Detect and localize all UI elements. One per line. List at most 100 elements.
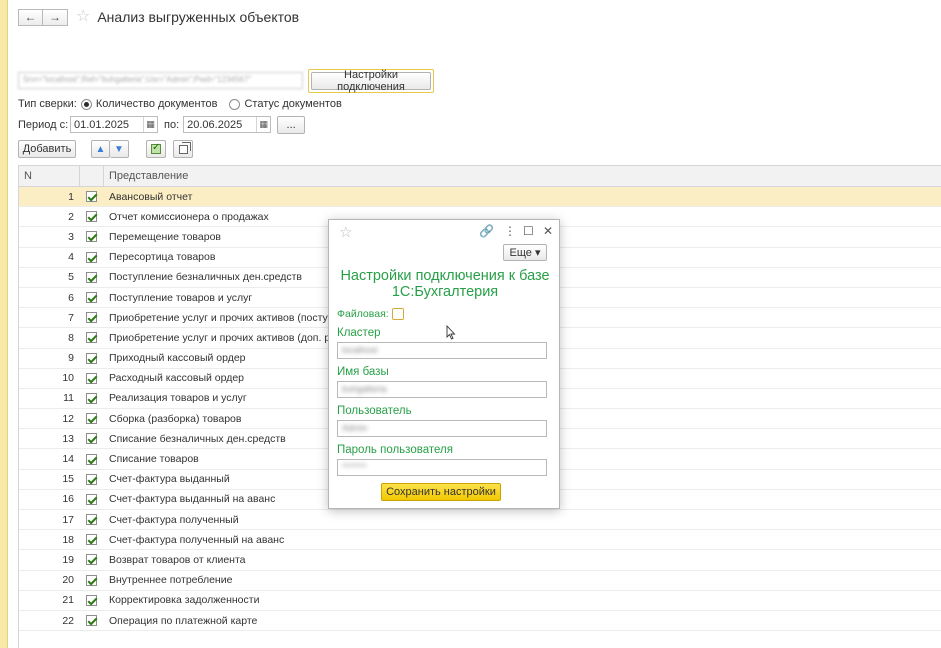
row-checkbox[interactable] — [85, 352, 97, 364]
row-number: 11 — [63, 392, 74, 405]
save-settings-button[interactable]: Сохранить настройки — [381, 483, 501, 501]
menu-icon[interactable]: ⋮ — [504, 224, 516, 238]
row-number: 22 — [62, 614, 74, 627]
uncheck-all-button[interactable] — [173, 140, 193, 158]
row-checkbox[interactable] — [85, 312, 97, 324]
cluster-input[interactable]: localhost — [337, 342, 547, 359]
date-to-field[interactable]: 20.06.2025 ▦ — [183, 116, 272, 133]
uncheck-all-icon — [178, 141, 191, 154]
left-accent-strip — [0, 0, 8, 648]
row-checkbox[interactable] — [85, 514, 97, 526]
row-number: 7 — [68, 311, 74, 324]
row-check-cell — [79, 352, 103, 364]
row-check-cell — [79, 211, 103, 223]
row-check-cell — [79, 271, 103, 283]
row-checkbox[interactable] — [85, 332, 97, 344]
column-header-name[interactable]: Представление — [103, 166, 941, 186]
row-number: 18 — [62, 533, 74, 546]
row-name: Счет-фактура полученный на аванс — [109, 533, 285, 546]
row-number: 16 — [62, 493, 74, 506]
column-header-n[interactable]: N — [19, 166, 79, 186]
row-checkbox[interactable] — [85, 231, 97, 243]
row-name: Авансовый отчет — [109, 190, 193, 203]
row-checkbox[interactable] — [85, 453, 97, 465]
file-mode-checkbox[interactable] — [391, 308, 404, 320]
calendar-icon[interactable]: ▦ — [256, 117, 270, 132]
row-check-cell — [79, 413, 103, 425]
row-number: 17 — [62, 513, 74, 526]
user-input[interactable]: Admin — [337, 420, 547, 437]
row-checkbox[interactable] — [85, 413, 97, 425]
row-checkbox[interactable] — [85, 191, 97, 203]
connection-string-field[interactable]: Srvr="localhost";Ref="buhgalteria";Usr="… — [18, 72, 303, 89]
table-row[interactable]: 18 Счет-фактура полученный на аванс — [19, 530, 941, 551]
table-row[interactable]: 20 Внутреннее потребление — [19, 571, 941, 591]
favorite-star-icon[interactable]: ☆ — [339, 223, 352, 241]
row-checkbox[interactable] — [85, 473, 97, 485]
move-down-button[interactable]: ▼ — [110, 140, 129, 158]
move-buttons: ▲ ▼ — [91, 140, 129, 158]
connection-settings-button[interactable]: Настройки подключения — [311, 69, 431, 93]
table-row[interactable]: 19 Возврат товаров от клиента — [19, 550, 941, 571]
add-button[interactable]: Добавить — [18, 140, 76, 158]
row-check-cell — [79, 332, 103, 344]
row-check-cell — [79, 473, 103, 485]
row-number: 10 — [62, 372, 74, 385]
radio-document-count[interactable] — [80, 98, 92, 110]
forward-button[interactable]: → — [43, 8, 68, 26]
table-row[interactable]: 1 Авансовый отчет — [19, 187, 941, 208]
radio-document-count-label[interactable]: Количество документов — [96, 98, 218, 110]
period-row: Период с: 01.01.2025 ▦ по: 20.06.2025 ▦ … — [18, 115, 306, 134]
dbname-value: buhgalteria — [342, 384, 387, 394]
row-checkbox[interactable] — [85, 211, 97, 223]
row-checkbox[interactable] — [85, 594, 97, 606]
row-checkbox[interactable] — [85, 392, 97, 404]
row-checkbox[interactable] — [85, 554, 97, 566]
close-icon[interactable]: ✕ — [543, 224, 553, 238]
maximize-icon[interactable]: ☐ — [523, 224, 534, 238]
header: ← → ☆ Анализ выгруженных объектов — [18, 8, 299, 26]
check-all-button[interactable] — [146, 140, 166, 158]
date-to-value[interactable]: 20.06.2025 — [184, 119, 256, 131]
arrow-left-icon: ← — [24, 10, 37, 24]
move-up-button[interactable]: ▲ — [91, 140, 110, 158]
back-button[interactable]: ← — [18, 8, 43, 26]
radio-document-status-label[interactable]: Статус документов — [244, 98, 341, 110]
calendar-icon[interactable]: ▦ — [143, 117, 157, 132]
row-check-cell — [79, 453, 103, 465]
period-from-label: Период с: — [18, 118, 69, 131]
row-checkbox[interactable] — [85, 493, 97, 505]
row-check-cell — [79, 594, 103, 606]
radio-document-status[interactable] — [229, 98, 241, 110]
table-toolbar: Добавить ▲ ▼ — [18, 140, 193, 158]
row-checkbox[interactable] — [85, 615, 97, 627]
table-row[interactable]: 21 Корректировка задолженности — [19, 591, 941, 611]
password-input[interactable]: ******* — [337, 459, 547, 476]
row-check-cell — [79, 554, 103, 566]
period-select-button[interactable]: ... — [277, 115, 306, 134]
dialog-titlebar: ☆ 🔗 ⋮ ☐ ✕ — [329, 220, 559, 244]
date-from-value[interactable]: 01.01.2025 — [71, 119, 143, 131]
row-checkbox[interactable] — [85, 372, 97, 384]
favorite-star-icon[interactable]: ☆ — [76, 9, 90, 25]
row-name: Счет-фактура полученный — [109, 513, 239, 526]
row-name: Корректировка задолженности — [109, 594, 260, 607]
row-checkbox[interactable] — [85, 574, 97, 586]
column-header-check[interactable] — [79, 166, 103, 186]
link-icon[interactable]: 🔗 — [479, 224, 494, 238]
row-checkbox[interactable] — [85, 251, 97, 263]
password-label: Пароль пользователя — [337, 444, 453, 456]
row-checkbox[interactable] — [85, 534, 97, 546]
row-checkbox[interactable] — [85, 271, 97, 283]
row-number: 20 — [62, 574, 74, 587]
date-from-field[interactable]: 01.01.2025 ▦ — [70, 116, 158, 133]
dbname-input[interactable]: buhgalteria — [337, 381, 547, 398]
row-check-cell — [79, 251, 103, 263]
row-checkbox[interactable] — [85, 292, 97, 304]
row-number: 13 — [62, 432, 74, 445]
table-row[interactable]: 22 Операция по платежной карте — [19, 611, 941, 632]
row-check-cell — [79, 292, 103, 304]
table-row[interactable]: 17 Счет-фактура полученный — [19, 510, 941, 531]
row-checkbox[interactable] — [85, 433, 97, 445]
more-actions-button[interactable]: Еще ▾ — [503, 244, 547, 261]
